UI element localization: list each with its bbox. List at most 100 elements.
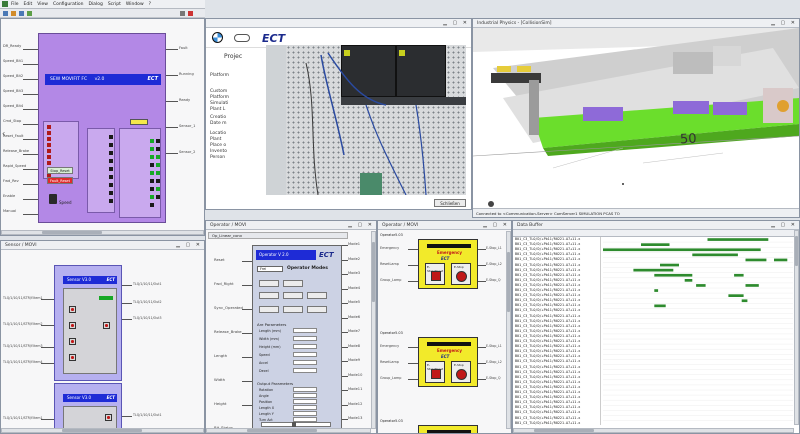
window-controls[interactable]: ▁ ▢ ✕	[771, 19, 797, 28]
pin-label: Mode5	[348, 300, 361, 304]
fault-reset-button[interactable]: Fault_Reset	[47, 177, 73, 184]
pin-line	[242, 261, 252, 262]
estop-button[interactable]: E-Stop	[451, 263, 471, 285]
data-buffer-hscrollbar[interactable]	[513, 428, 794, 433]
menu-item[interactable]: Edit	[24, 2, 33, 7]
menu-item[interactable]: File	[11, 2, 19, 7]
arrow-left-icon[interactable]: ‹	[2, 129, 5, 138]
pin-label: Ready	[179, 98, 191, 102]
status-led	[150, 171, 154, 175]
operator-button[interactable]	[283, 292, 303, 299]
param-field[interactable]	[293, 405, 317, 410]
reset-button[interactable]: E-Stop/Reset	[425, 263, 445, 285]
operator-button[interactable]	[283, 306, 303, 313]
menu-item[interactable]: View	[37, 2, 48, 7]
signal-bar	[741, 299, 748, 303]
operator-button[interactable]	[307, 306, 327, 313]
sensor-red-button[interactable]	[69, 338, 76, 345]
param-field[interactable]	[293, 360, 317, 365]
stop-reset-button[interactable]: Stop_Reset	[47, 167, 73, 174]
operator-tab[interactable]: Op_Linear_conv	[208, 232, 348, 239]
cables	[305, 52, 427, 195]
pin-line	[122, 285, 132, 286]
operator-header-label: Operator V 2.0	[259, 252, 289, 257]
status-led	[156, 155, 160, 159]
reset-button[interactable]: E-Stop/Reset	[425, 361, 445, 383]
toolbar-icon[interactable]	[180, 11, 185, 16]
menu-item[interactable]: ?	[149, 2, 151, 7]
project-info-line: Plant L	[210, 107, 226, 112]
close-button[interactable]: Schließen	[434, 199, 466, 207]
pin-line	[408, 265, 418, 266]
toolbar-icon[interactable]	[27, 11, 32, 16]
movifit-hscrollbar[interactable]	[1, 230, 204, 235]
ect-logo: ECT	[106, 277, 115, 282]
param-label: Accel	[259, 361, 269, 365]
operator-button[interactable]	[259, 280, 279, 287]
operator-mode-box[interactable]: Frei	[257, 266, 283, 272]
param-field[interactable]	[293, 387, 317, 392]
operator-button[interactable]	[307, 292, 327, 299]
param-field[interactable]	[293, 336, 317, 341]
operator-button[interactable]	[259, 292, 279, 299]
bmw-logo-icon	[212, 32, 223, 43]
sensor-inner	[63, 288, 117, 374]
param-field[interactable]	[293, 411, 317, 416]
menu-item[interactable]: Script	[108, 2, 121, 7]
sensor-red-button[interactable]	[103, 322, 110, 329]
pin-label: Release_Brake	[214, 329, 242, 334]
param-label: Height (mm)	[259, 345, 281, 349]
ect-logo: ECT	[147, 76, 159, 82]
operator-button[interactable]	[259, 306, 279, 313]
pin-line	[408, 281, 418, 282]
sim-viewport[interactable]: 50	[473, 28, 799, 208]
param-field[interactable]	[293, 393, 317, 398]
window-controls[interactable]: ▁ ▢ ✕	[443, 19, 469, 28]
pin-label: Speed_Bit3	[3, 89, 24, 93]
toolbar-icon[interactable]	[19, 11, 24, 16]
sensor-hscrollbar[interactable]	[1, 428, 204, 433]
window-controls[interactable]: ▁ ▢ ✕	[348, 221, 374, 230]
status-led	[150, 179, 154, 183]
signal-timeline	[603, 238, 793, 421]
param-field[interactable]	[293, 352, 317, 357]
sensor-red-button[interactable]	[105, 414, 112, 421]
status-led	[47, 143, 51, 147]
operator-vscrollbar[interactable]	[371, 231, 376, 429]
param-field[interactable]	[293, 328, 317, 333]
estop-button[interactable]: E-Stop	[451, 361, 471, 383]
menu-item[interactable]: Configuration	[53, 2, 84, 7]
toolbar-icon[interactable]	[11, 11, 16, 16]
speed-knob[interactable]	[49, 194, 57, 204]
toolbar-icon[interactable]	[3, 11, 8, 16]
status-led	[47, 149, 51, 153]
param-field[interactable]	[293, 399, 317, 404]
status-led	[150, 187, 154, 191]
menu-bar: File Edit View Configuration Dialog Script Win…	[0, 0, 205, 9]
menu-item[interactable]: Window	[126, 2, 144, 7]
window-controls[interactable]: ▁ ▢ ✕	[771, 221, 797, 230]
window-controls[interactable]: ▁ ▢ ✕	[176, 241, 202, 250]
pin-label: E-Stop_Q	[486, 376, 501, 380]
param-field[interactable]	[293, 344, 317, 349]
block-header: Operator5.03	[380, 331, 403, 335]
data-buffer-vscrollbar[interactable]	[794, 230, 799, 425]
sensor-red-button[interactable]	[69, 354, 76, 361]
connection-status: Connected to <Communication-Server> ComS…	[476, 211, 620, 216]
toolbar-icon[interactable]	[188, 11, 193, 16]
emergency-vscrollbar[interactable]	[506, 231, 511, 429]
simulation-titlebar: Industrial Physics - [CollisionSim] ▁ ▢ ✕	[473, 19, 799, 28]
operator-button[interactable]	[283, 280, 303, 287]
menu-item[interactable]: Dialog	[88, 2, 102, 7]
pin-line	[23, 124, 38, 125]
sensor-red-button[interactable]	[69, 306, 76, 313]
pin-label: E-Stop_L1	[486, 344, 502, 348]
window-controls[interactable]: ▁ ▢ ✕	[483, 221, 509, 230]
signal-bar	[745, 258, 767, 262]
operator-slider[interactable]	[261, 422, 331, 427]
sensor-red-button[interactable]	[69, 322, 76, 329]
buffer-row[interactable]: B01_C3_TLO/D/+Pb11/R0221-A7+11.x	[515, 421, 580, 425]
param-field[interactable]	[293, 368, 317, 373]
ect-logo: ECT	[319, 251, 334, 259]
operator-hscrollbar[interactable]	[206, 428, 371, 433]
